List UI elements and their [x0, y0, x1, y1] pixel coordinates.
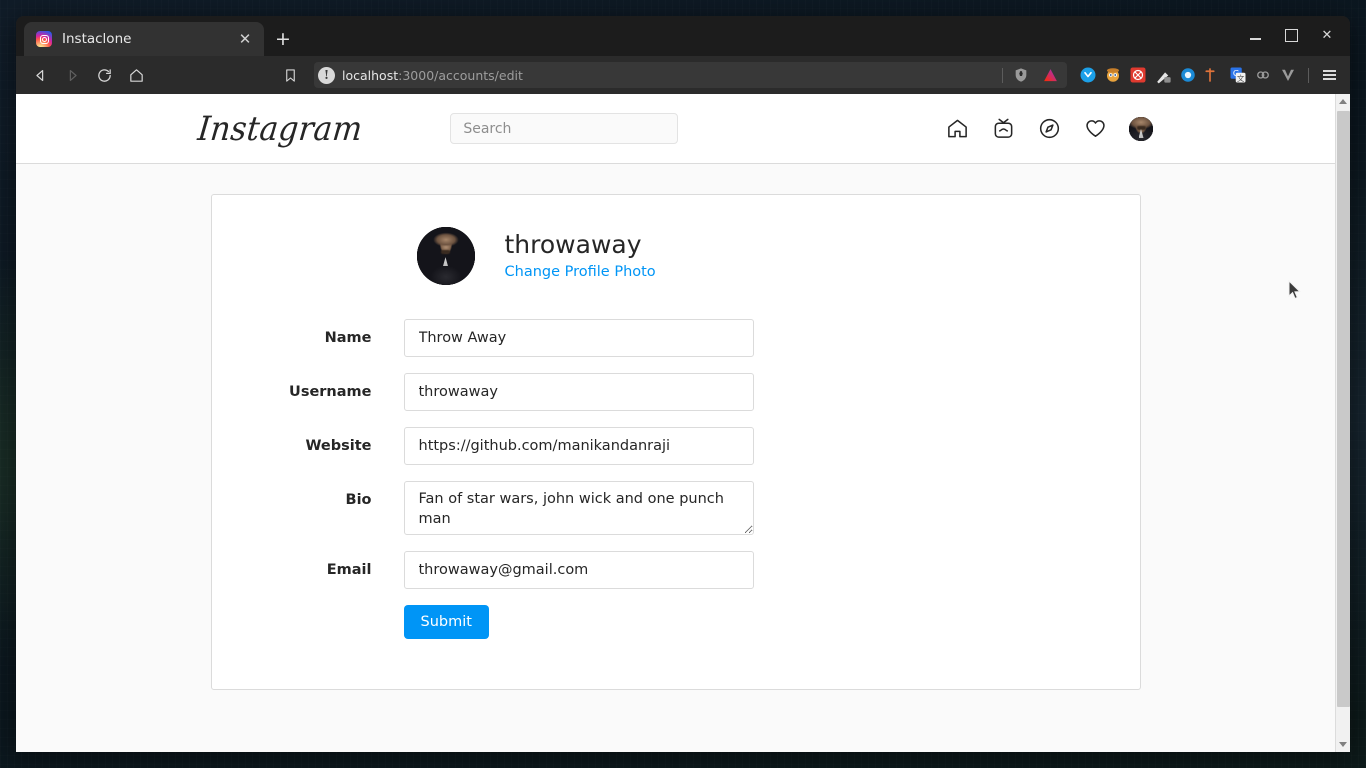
form-row-submit: Submit	[212, 605, 1140, 639]
form-row-bio: Bio	[212, 481, 1140, 535]
search-container	[450, 113, 679, 144]
home-icon[interactable]	[122, 61, 150, 89]
edit-profile-card: throwaway Change Profile Photo Name User…	[210, 194, 1141, 690]
site-header: Instagram	[16, 94, 1335, 164]
git-icon[interactable]	[1202, 64, 1224, 86]
scrollbar-track[interactable]	[1335, 109, 1350, 737]
not-secure-icon[interactable]: !	[318, 66, 335, 84]
browser-tabstrip: Instaclone ✕ + ✕	[16, 16, 1350, 56]
onepassword-icon[interactable]	[1177, 64, 1199, 86]
username-input[interactable]	[403, 373, 754, 411]
browser-tab[interactable]: Instaclone ✕	[24, 22, 264, 56]
divider	[1308, 67, 1309, 83]
label-name: Name	[324, 330, 372, 346]
heart-icon[interactable]	[1083, 117, 1107, 141]
divider	[1002, 67, 1003, 83]
google-translate-icon[interactable]: G文	[1227, 64, 1249, 86]
hamburger-menu-icon[interactable]	[1318, 64, 1340, 86]
edit-profile-form: Name Username Website Bio	[212, 319, 1140, 639]
adblock-icon[interactable]	[1127, 64, 1149, 86]
name-input[interactable]	[403, 319, 754, 357]
extension-icons: G文	[1077, 64, 1340, 86]
reload-icon[interactable]	[90, 61, 118, 89]
brave-shield-icon[interactable]	[1010, 64, 1032, 86]
label-website: Website	[305, 438, 372, 454]
instagram-logo[interactable]: Instagram	[196, 109, 364, 148]
email-input[interactable]	[403, 551, 754, 589]
scrollbar-thumb[interactable]	[1336, 111, 1350, 707]
label-bio: Bio	[345, 492, 372, 508]
form-row-website: Website	[212, 427, 1140, 465]
address-bar-actions	[1002, 64, 1061, 86]
website-input[interactable]	[403, 427, 754, 465]
browser-toolbar: ! localhost:3000/accounts/edit G 文	[16, 56, 1350, 94]
forward-arrow-icon[interactable]	[58, 61, 86, 89]
instagram-favicon-icon	[36, 31, 52, 47]
bookmark-icon[interactable]	[276, 61, 304, 89]
avatar[interactable]	[1129, 116, 1153, 141]
svg-text:文: 文	[1237, 73, 1245, 83]
scroll-down-icon[interactable]	[1335, 737, 1350, 752]
site-nav	[945, 116, 1153, 141]
brave-rewards-icon[interactable]	[1039, 64, 1061, 86]
tampermonkey-icon[interactable]	[1252, 64, 1274, 86]
page-scrollbar[interactable]	[1335, 94, 1350, 752]
home-icon[interactable]	[945, 117, 969, 141]
scroll-up-icon[interactable]	[1335, 94, 1350, 109]
url-text: localhost:3000/accounts/edit	[342, 67, 523, 83]
label-username: Username	[289, 384, 372, 400]
tab-title: Instaclone	[62, 31, 132, 47]
profile-username: throwaway	[504, 229, 642, 259]
back-arrow-icon[interactable]	[26, 61, 54, 89]
search-input[interactable]	[450, 113, 679, 144]
web-page: Instagram Search throwaway Change Profil…	[16, 94, 1335, 752]
browser-window: Instaclone ✕ + ✕ ! localhost:3000/accoun…	[16, 16, 1350, 752]
explore-icon[interactable]	[1037, 117, 1061, 141]
address-bar[interactable]: ! localhost:3000/accounts/edit	[314, 62, 1067, 88]
window-controls: ✕	[1240, 22, 1342, 48]
profile-header: throwaway Change Profile Photo	[212, 227, 1140, 285]
page-main: throwaway Change Profile Photo Name User…	[16, 164, 1335, 752]
window-close-button[interactable]: ✕	[1312, 22, 1342, 48]
page-viewport: Instagram Search throwaway Change Profil…	[16, 94, 1350, 752]
profile-meta: throwaway Change Profile Photo	[505, 231, 656, 282]
profile-avatar[interactable]	[416, 227, 475, 285]
igtv-icon[interactable]	[991, 117, 1015, 141]
change-profile-photo-link[interactable]: Change Profile Photo	[505, 264, 656, 281]
submit-button[interactable]: Submit	[403, 605, 489, 639]
grammarly-icon[interactable]	[1102, 64, 1124, 86]
label-email: Email	[326, 562, 372, 578]
form-row-name: Name	[212, 319, 1140, 357]
pocket-icon[interactable]	[1077, 64, 1099, 86]
new-tab-button[interactable]: +	[272, 28, 294, 50]
form-row-username: Username	[212, 373, 1140, 411]
window-minimize-button[interactable]	[1240, 22, 1270, 48]
tab-close-icon[interactable]: ✕	[234, 28, 256, 50]
vimium-icon[interactable]	[1277, 64, 1299, 86]
colorpick-icon[interactable]	[1152, 64, 1174, 86]
window-maximize-button[interactable]	[1276, 22, 1306, 48]
form-row-email: Email	[212, 551, 1140, 589]
bio-textarea[interactable]	[403, 481, 754, 535]
